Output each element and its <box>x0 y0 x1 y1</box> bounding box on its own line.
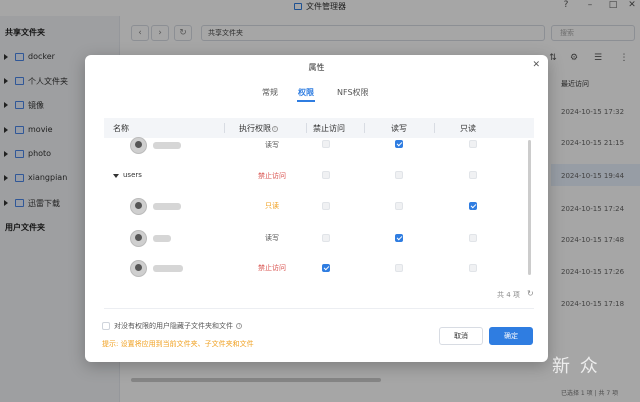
column-exec: 执行权限 i <box>239 123 278 134</box>
exec-permission: 读写 <box>265 141 279 149</box>
table-row[interactable]: 禁止访问 <box>104 255 534 285</box>
exec-permission: 禁止访问 <box>258 172 286 180</box>
read-only-checkbox[interactable] <box>469 171 477 179</box>
hide-no-permission-label: 对没有权限的用户隐藏子文件夹和文件 i <box>114 321 243 331</box>
properties-dialog: 属性 ✕ 常规 权限 NFS权限 名称 执行权限 i 禁止访问 读写 只读 读写 … <box>85 55 548 362</box>
column-divider <box>434 123 435 133</box>
read-only-checkbox[interactable] <box>469 202 477 210</box>
table-row-group[interactable]: users 禁止访问 <box>104 163 534 193</box>
ok-button[interactable]: 确定 <box>489 327 533 345</box>
hide-no-permission-checkbox[interactable] <box>102 322 110 330</box>
cancel-button[interactable]: 取消 <box>439 327 483 345</box>
read-only-checkbox[interactable] <box>469 234 477 242</box>
column-divider <box>224 123 225 133</box>
table-row[interactable]: 只读 <box>104 193 534 223</box>
tab-nfs-permissions[interactable]: NFS权限 <box>337 87 369 98</box>
divider <box>104 308 534 309</box>
column-name: 名称 <box>113 124 129 133</box>
user-name-redacted <box>153 235 171 242</box>
avatar <box>130 230 147 247</box>
read-only-checkbox[interactable] <box>469 140 477 148</box>
column-deny: 禁止访问 <box>313 124 345 133</box>
dialog-title: 属性 <box>308 63 325 72</box>
vertical-scrollbar[interactable] <box>528 140 531 275</box>
deny-checkbox[interactable] <box>322 171 330 179</box>
tip-text: 提示: 设置将应用到当前文件夹、子文件夹和文件 <box>102 340 254 348</box>
user-name-redacted <box>153 142 181 149</box>
avatar <box>130 260 147 277</box>
deny-checkbox[interactable] <box>322 202 330 210</box>
info-icon[interactable]: i <box>272 126 278 132</box>
read-only-checkbox[interactable] <box>469 264 477 272</box>
read-write-checkbox[interactable] <box>395 202 403 210</box>
exec-permission: 禁止访问 <box>258 264 286 272</box>
avatar <box>130 137 147 154</box>
avatar <box>130 198 147 215</box>
tab-permissions[interactable]: 权限 <box>298 87 314 98</box>
collapse-caret-icon[interactable] <box>113 174 119 178</box>
active-tab-indicator <box>297 100 315 102</box>
deny-checkbox[interactable] <box>322 140 330 148</box>
read-write-checkbox[interactable] <box>395 234 403 242</box>
exec-permission: 读写 <box>265 234 279 242</box>
read-write-checkbox[interactable] <box>395 171 403 179</box>
info-icon[interactable]: i <box>236 323 243 329</box>
user-name-redacted <box>153 203 181 210</box>
tab-general[interactable]: 常规 <box>262 87 278 98</box>
exec-permission: 只读 <box>265 202 279 210</box>
deny-checkbox[interactable] <box>322 264 330 272</box>
column-read-only: 只读 <box>460 124 476 133</box>
column-divider <box>306 123 307 133</box>
table-row[interactable]: 读写 <box>104 225 534 255</box>
user-name-redacted <box>153 265 183 272</box>
deny-checkbox[interactable] <box>322 234 330 242</box>
group-name: users <box>123 171 142 179</box>
item-count: 共 4 项 <box>497 291 520 299</box>
watermark: 新 众 <box>552 356 600 377</box>
read-write-checkbox[interactable] <box>395 140 403 148</box>
column-divider <box>364 123 365 133</box>
refresh-icon[interactable]: ↻ <box>527 289 534 298</box>
table-row[interactable]: 读写 <box>104 135 534 165</box>
close-icon[interactable]: ✕ <box>532 60 540 70</box>
column-read-write: 读写 <box>391 124 407 133</box>
read-write-checkbox[interactable] <box>395 264 403 272</box>
